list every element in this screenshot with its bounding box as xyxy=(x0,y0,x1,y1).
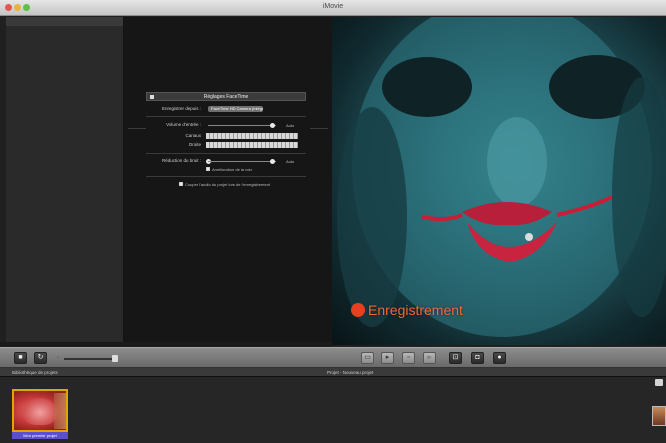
noise-reduction-knob-right[interactable] xyxy=(270,159,275,164)
input-volume-knob[interactable] xyxy=(270,123,275,128)
import-icon[interactable]: ⊡ xyxy=(449,352,462,364)
voice-enhance-label: Amélioration de la voix xyxy=(212,167,253,172)
source-list-header xyxy=(6,17,123,26)
browser-header: Bibliothèque de projets Projet - Nouveau… xyxy=(0,368,666,377)
voice-enhance-checkbox[interactable] xyxy=(206,167,210,171)
play-icon[interactable]: ▸ xyxy=(381,352,394,364)
project-library-title: Bibliothèque de projets xyxy=(12,370,58,375)
clip-thumbnail[interactable] xyxy=(652,406,666,426)
channel-meter-2 xyxy=(206,142,298,148)
voiceover-icon[interactable]: ▹ xyxy=(423,352,436,364)
record-indicator-icon xyxy=(351,303,365,317)
settings-close-icon[interactable] xyxy=(150,95,154,99)
divider-line xyxy=(128,128,146,129)
settings-header: Réglages FaceTime xyxy=(146,92,306,101)
channel-label-1: Canaux xyxy=(185,133,201,138)
separator xyxy=(146,116,306,117)
source-list-item[interactable] xyxy=(6,26,123,34)
browser-scroll-button[interactable] xyxy=(655,379,663,386)
camera-icon[interactable]: ■ xyxy=(14,352,27,364)
zoom-slider[interactable] xyxy=(64,358,116,360)
input-volume-label: Volume d'entrée : xyxy=(166,122,201,127)
noise-reduction-slider[interactable] xyxy=(208,161,276,162)
project-browser: Bibliothèque de projets Projet - Nouveau… xyxy=(0,368,666,443)
fullscreen-icon[interactable]: ▭ xyxy=(361,352,374,364)
channel-label-2: Droite xyxy=(188,142,201,147)
thumbnail-image-edge xyxy=(54,393,66,429)
rotate-icon[interactable]: ↻ xyxy=(34,352,47,364)
settings-title: Réglages FaceTime xyxy=(203,94,249,100)
zoom-out-icon[interactable]: ◦ xyxy=(57,355,59,361)
channel-meter-1 xyxy=(206,133,298,139)
project-thumbnail[interactable] xyxy=(12,389,68,432)
delete-icon[interactable]: ● xyxy=(493,352,506,364)
noise-reduction-label: Réduction du bruit : xyxy=(161,158,201,163)
separator xyxy=(146,153,306,154)
recording-settings-panel: Réglages FaceTime Enregistrer depuis : F… xyxy=(146,92,306,202)
mute-project-checkbox[interactable] xyxy=(179,182,183,186)
camera-preview xyxy=(332,17,666,345)
camera-source-popup[interactable]: FaceTime HD Camera (intégrée) xyxy=(208,106,263,112)
loop-icon[interactable]: ▫ xyxy=(402,352,415,364)
separator xyxy=(146,176,306,177)
noise-reduction-value: Auto xyxy=(286,159,295,164)
window-title: iMovie xyxy=(322,3,344,10)
main-toolbar: ■ ↻ ◦ ▭ ▸ ▫ ▹ ⊡ ◘ ● xyxy=(0,347,666,368)
divider-line xyxy=(310,128,328,129)
title-bar: iMovie xyxy=(0,0,666,16)
input-volume-value: Auto xyxy=(286,123,295,128)
share-icon[interactable]: ◘ xyxy=(471,352,484,364)
source-list-pane xyxy=(6,17,124,342)
zoom-slider-knob[interactable] xyxy=(112,355,118,362)
recording-label: Enregistrement xyxy=(368,302,463,318)
project-title: Projet - Nouveau projet xyxy=(327,370,374,375)
mute-project-label: Couper l'audio du projet lors de l'enreg… xyxy=(185,182,270,187)
mask-image xyxy=(337,17,666,337)
camera-source-label: Enregistrer depuis : xyxy=(161,106,201,111)
app-window: iMovie Réglages FaceTime Enregistrer dep… xyxy=(0,0,666,443)
source-list-item[interactable] xyxy=(6,34,123,42)
project-thumbnail-label[interactable]: Mon premier projet xyxy=(12,432,68,439)
input-volume-slider[interactable] xyxy=(208,125,276,126)
